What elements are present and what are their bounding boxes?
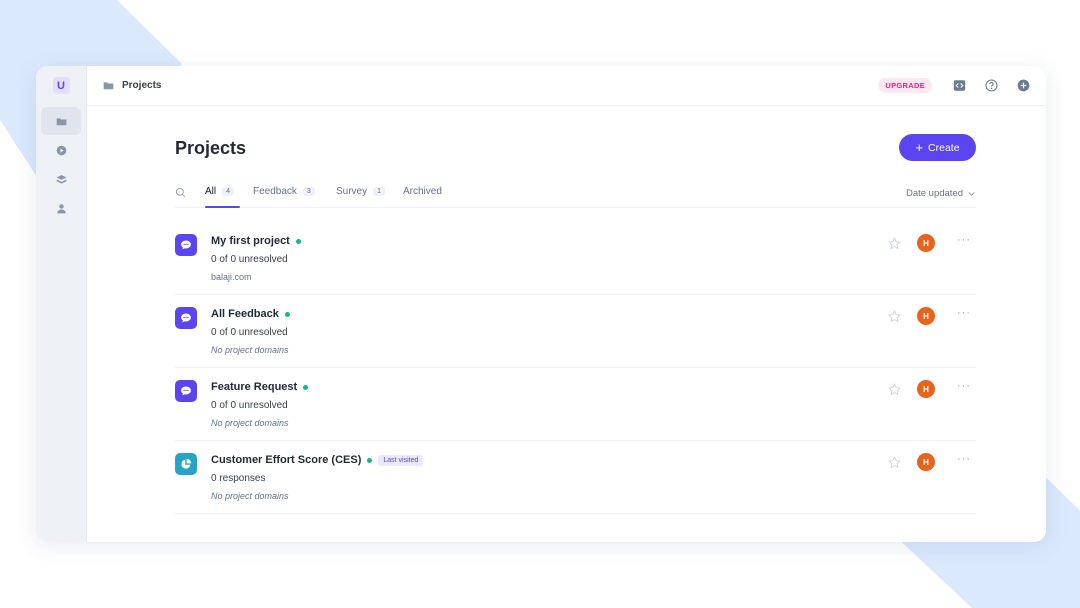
folder-icon — [56, 117, 66, 125]
chat-bubble-icon — [181, 240, 191, 250]
main-panel: Projects UPGRADE Projects + Create All 4… — [87, 66, 1046, 542]
project-title: All Feedback — [211, 308, 279, 320]
chevron-down-icon — [968, 192, 975, 196]
project-status: 0 responses — [211, 473, 266, 484]
project-title: My first project — [211, 235, 290, 247]
chat-bubble-icon — [181, 313, 191, 323]
help-icon — [985, 79, 998, 92]
project-row[interactable]: My first project 0 of 0 unresolved balaj… — [175, 222, 976, 295]
project-name[interactable]: Customer Effort Score (CES) Last visited — [211, 454, 424, 466]
sidebar-item-user[interactable] — [41, 194, 81, 222]
project-domain: No project domains — [211, 345, 289, 355]
tab-count: 3 — [302, 187, 315, 196]
plus-icon: + — [915, 140, 924, 155]
project-domain: No project domains — [211, 491, 289, 501]
project-status: 0 of 0 unresolved — [211, 400, 288, 411]
avatar[interactable]: H — [917, 307, 935, 325]
more-options-button[interactable]: ··· — [957, 307, 971, 319]
tab-survey[interactable]: Survey 1 — [336, 186, 386, 197]
project-type-icon — [175, 453, 197, 475]
status-dot — [295, 238, 301, 244]
avatar[interactable]: H — [917, 234, 935, 252]
project-title: Customer Effort Score (CES) — [211, 454, 362, 466]
star-icon[interactable] — [888, 310, 901, 323]
code-icon — [953, 80, 966, 91]
tab-label: Survey — [336, 186, 368, 197]
tab-all[interactable]: All 4 — [205, 186, 235, 197]
topbar-actions: UPGRADE — [878, 78, 1030, 93]
project-type-icon — [175, 307, 197, 329]
project-status: 0 of 0 unresolved — [211, 327, 288, 338]
last-visited-badge: Last visited — [378, 454, 424, 466]
project-domain: balaji.com — [211, 272, 252, 282]
app-window: U Projects UPGRADE Projects + Create All… — [36, 66, 1046, 542]
sidebar: U — [36, 66, 87, 542]
tab-count: 4 — [222, 187, 235, 196]
tab-label: Feedback — [253, 186, 297, 197]
sidebar-item-layers[interactable] — [41, 165, 81, 193]
workspace-logo[interactable]: U — [52, 77, 70, 94]
tab-label: Archived — [403, 186, 442, 197]
project-row[interactable]: Feature Request 0 of 0 unresolved No pro… — [175, 368, 976, 441]
avatar[interactable]: H — [917, 380, 935, 398]
search-icon[interactable] — [175, 187, 186, 198]
topbar: Projects UPGRADE — [87, 66, 1046, 106]
project-status: 0 of 0 unresolved — [211, 254, 288, 265]
plus-circle-icon — [1017, 79, 1030, 92]
more-options-button[interactable]: ··· — [957, 453, 971, 465]
star-icon[interactable] — [888, 456, 901, 469]
tab-label: All — [205, 186, 217, 197]
more-options-button[interactable]: ··· — [957, 380, 971, 392]
upgrade-button[interactable]: UPGRADE — [878, 78, 932, 93]
project-name[interactable]: Feature Request — [211, 381, 309, 393]
project-domain: No project domains — [211, 418, 289, 428]
sort-dropdown[interactable]: Date updated — [906, 188, 976, 199]
help-button[interactable] — [985, 79, 998, 92]
chat-bubble-icon — [181, 386, 191, 396]
user-icon — [56, 203, 66, 213]
folder-icon — [103, 82, 114, 90]
project-row[interactable]: Customer Effort Score (CES) Last visited… — [175, 441, 976, 514]
project-name[interactable]: My first project — [211, 235, 301, 247]
status-dot — [303, 384, 309, 390]
create-button-label: Create — [928, 141, 960, 154]
play-icon — [56, 145, 66, 155]
sort-label: Date updated — [905, 188, 963, 199]
project-type-icon — [175, 234, 197, 256]
active-tab-indicator — [205, 206, 240, 208]
create-button[interactable]: + Create — [899, 134, 976, 161]
project-list: My first project 0 of 0 unresolved balaj… — [175, 222, 976, 514]
star-icon[interactable] — [888, 237, 901, 250]
tab-feedback[interactable]: Feedback 3 — [253, 186, 315, 197]
tab-archived[interactable]: Archived — [403, 186, 442, 197]
layers-icon — [56, 174, 66, 184]
breadcrumb-label: Projects — [122, 80, 162, 91]
status-dot — [367, 457, 373, 463]
breadcrumb[interactable]: Projects — [103, 80, 161, 91]
project-row[interactable]: All Feedback 0 of 0 unresolved No projec… — [175, 295, 976, 368]
page-header: Projects + Create — [175, 133, 976, 161]
more-options-button[interactable]: ··· — [957, 234, 971, 246]
star-icon[interactable] — [888, 383, 901, 396]
avatar[interactable]: H — [917, 453, 935, 471]
project-name[interactable]: All Feedback — [211, 308, 290, 320]
filter-tabs: All 4 Feedback 3 Survey 1 Archived Date … — [175, 180, 976, 208]
sidebar-item-play[interactable] — [41, 136, 81, 164]
add-button[interactable] — [1017, 79, 1030, 92]
status-dot — [284, 311, 290, 317]
page-title: Projects — [175, 138, 247, 158]
sidebar-item-projects[interactable] — [41, 107, 81, 135]
project-title: Feature Request — [211, 381, 298, 393]
code-embed-button[interactable] — [953, 79, 966, 92]
project-type-icon — [175, 380, 197, 402]
tab-count: 1 — [373, 187, 386, 196]
pie-chart-icon — [181, 458, 192, 469]
